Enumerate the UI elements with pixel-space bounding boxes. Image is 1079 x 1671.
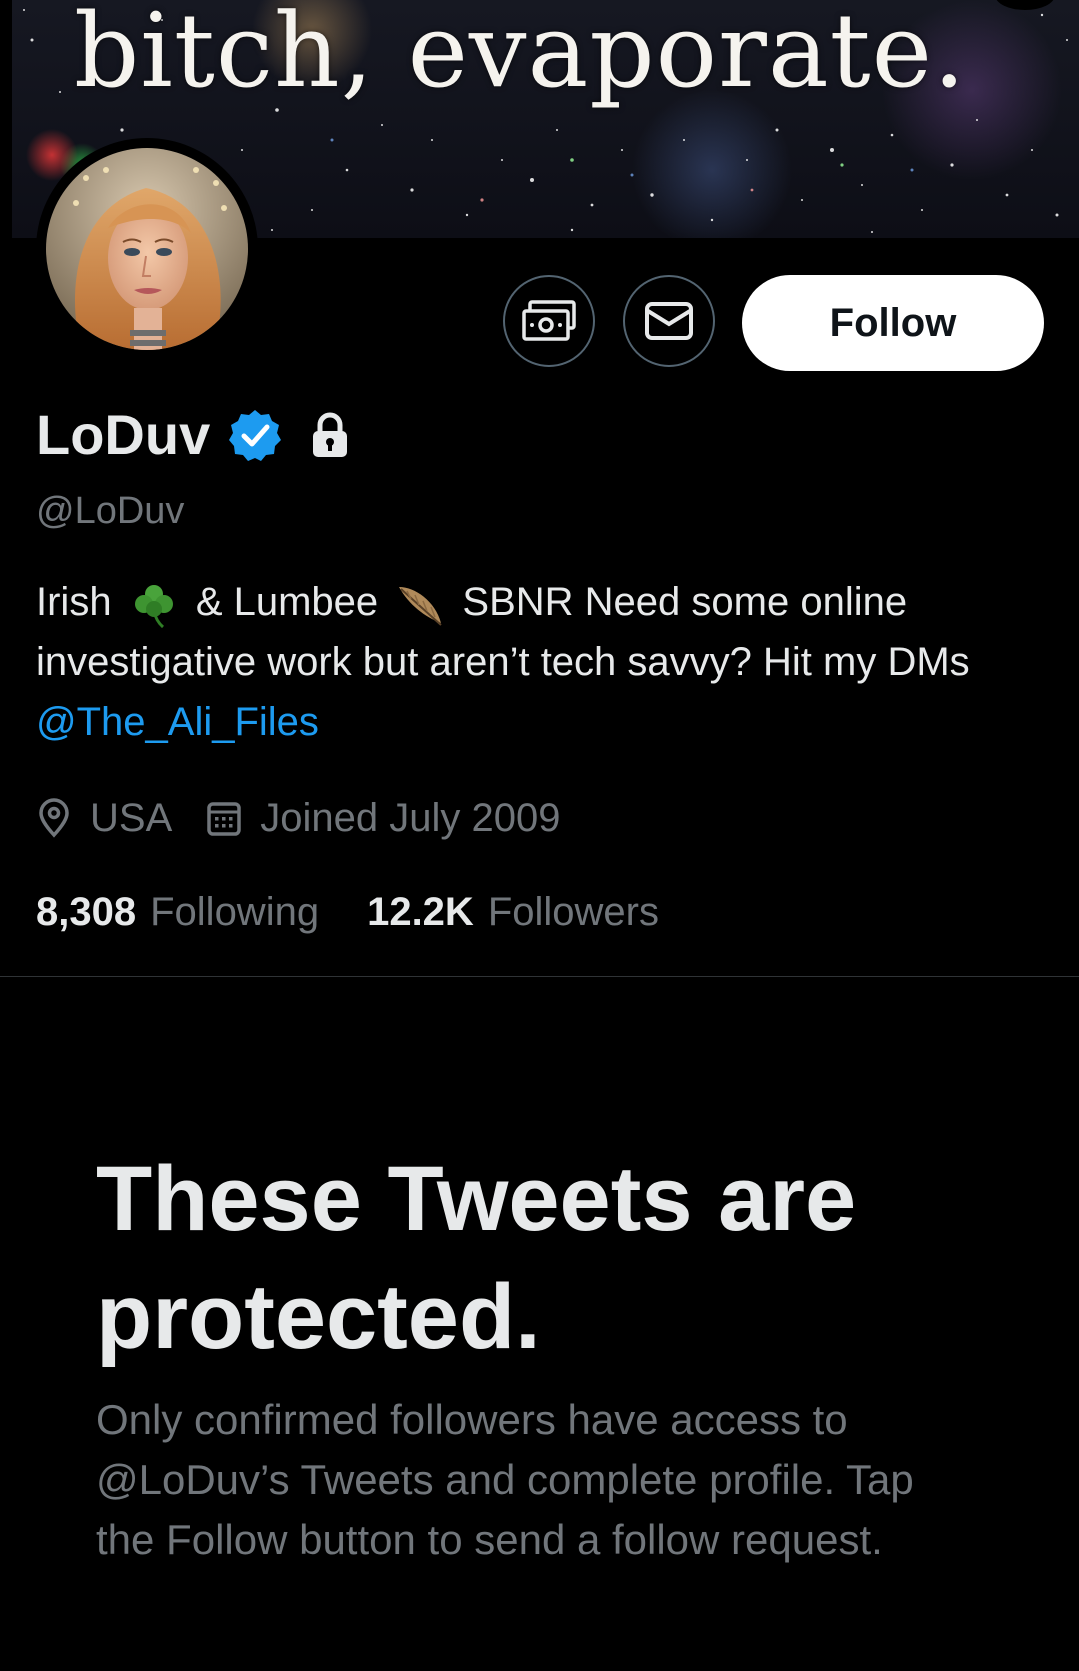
avatar-portrait-image — [46, 148, 248, 350]
bio-mention-link[interactable]: @The_Ali_Files — [36, 700, 319, 744]
following-link[interactable]: 8,308 Following — [36, 890, 319, 935]
joined-date-text: Joined July 2009 — [260, 795, 561, 840]
verified-badge-icon[interactable] — [228, 408, 282, 462]
display-name: LoDuv — [36, 403, 211, 466]
shamrock-icon — [134, 585, 173, 629]
avatar[interactable] — [46, 148, 248, 350]
banner-caption: bitch, evaporate. — [74, 0, 967, 111]
user-handle: @LoDuv — [36, 490, 185, 532]
joined-item: Joined July 2009 — [206, 796, 560, 841]
protected-title: These Tweets are protected. — [96, 1148, 857, 1368]
follow-stats: 8,308 Following 12.2K Followers — [36, 882, 659, 942]
profile-bio: Irish & Lumbee SBNR Need some online inv… — [36, 572, 1046, 752]
bio-text-2: & Lumbee — [195, 580, 379, 624]
calendar-icon — [207, 802, 241, 836]
profile-meta: USA Joined July 2009 — [36, 788, 560, 848]
section-divider — [0, 976, 1079, 977]
followers-link[interactable]: 12.2K Followers — [367, 890, 659, 935]
location-item: USA — [36, 796, 172, 841]
following-count: 8,308 — [36, 889, 137, 934]
following-label: Following — [150, 889, 320, 934]
follow-button[interactable]: Follow — [742, 275, 1044, 371]
money-icon — [522, 300, 576, 341]
location-text: USA — [90, 795, 173, 840]
message-button[interactable] — [623, 275, 715, 367]
name-row: LoDuv — [36, 398, 350, 472]
bio-text-1: Irish — [36, 580, 112, 624]
followers-label: Followers — [487, 889, 659, 934]
tip-button[interactable] — [503, 275, 595, 367]
avatar-frame[interactable] — [36, 138, 258, 360]
protected-description: Only confirmed followers have access to … — [96, 1396, 914, 1563]
followers-count: 12.2K — [367, 889, 474, 934]
lock-icon — [313, 412, 348, 457]
location-pin-icon — [39, 798, 69, 838]
envelope-icon — [645, 302, 693, 340]
feather-icon — [399, 587, 442, 627]
